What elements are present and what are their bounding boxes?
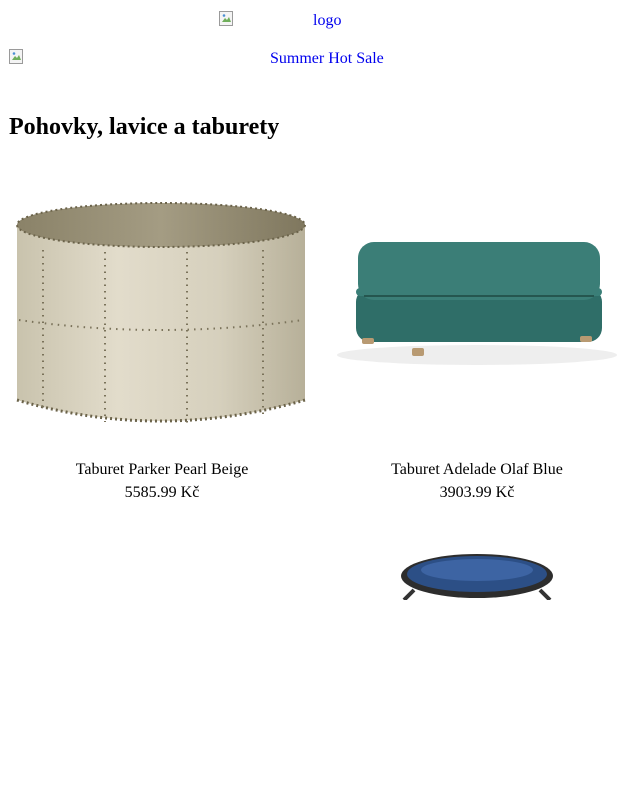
product-card[interactable] [324, 530, 630, 800]
product-card[interactable]: Taburet Parker Pearl Beige 5585.99 Kč [9, 180, 315, 504]
product-name[interactable]: Taburet Adelade Olaf Blue [324, 458, 630, 481]
product-image[interactable] [324, 530, 630, 800]
broken-image-icon [9, 49, 25, 65]
product-name[interactable]: Taburet Parker Pearl Beige [9, 458, 315, 481]
page-title: Pohovky, lavice a taburety [9, 114, 280, 140]
product-card[interactable]: Taburet Adelade Olaf Blue 3903.99 Kč [324, 180, 630, 504]
product-image[interactable] [9, 180, 315, 450]
product-price: 3903.99 Kč [439, 484, 515, 501]
product-image[interactable] [324, 180, 630, 450]
logo: logo [313, 12, 342, 29]
broken-image-icon [219, 11, 235, 27]
promo-banner: Summer Hot Sale [270, 50, 384, 67]
product-price: 5585.99 Kč [124, 484, 200, 501]
